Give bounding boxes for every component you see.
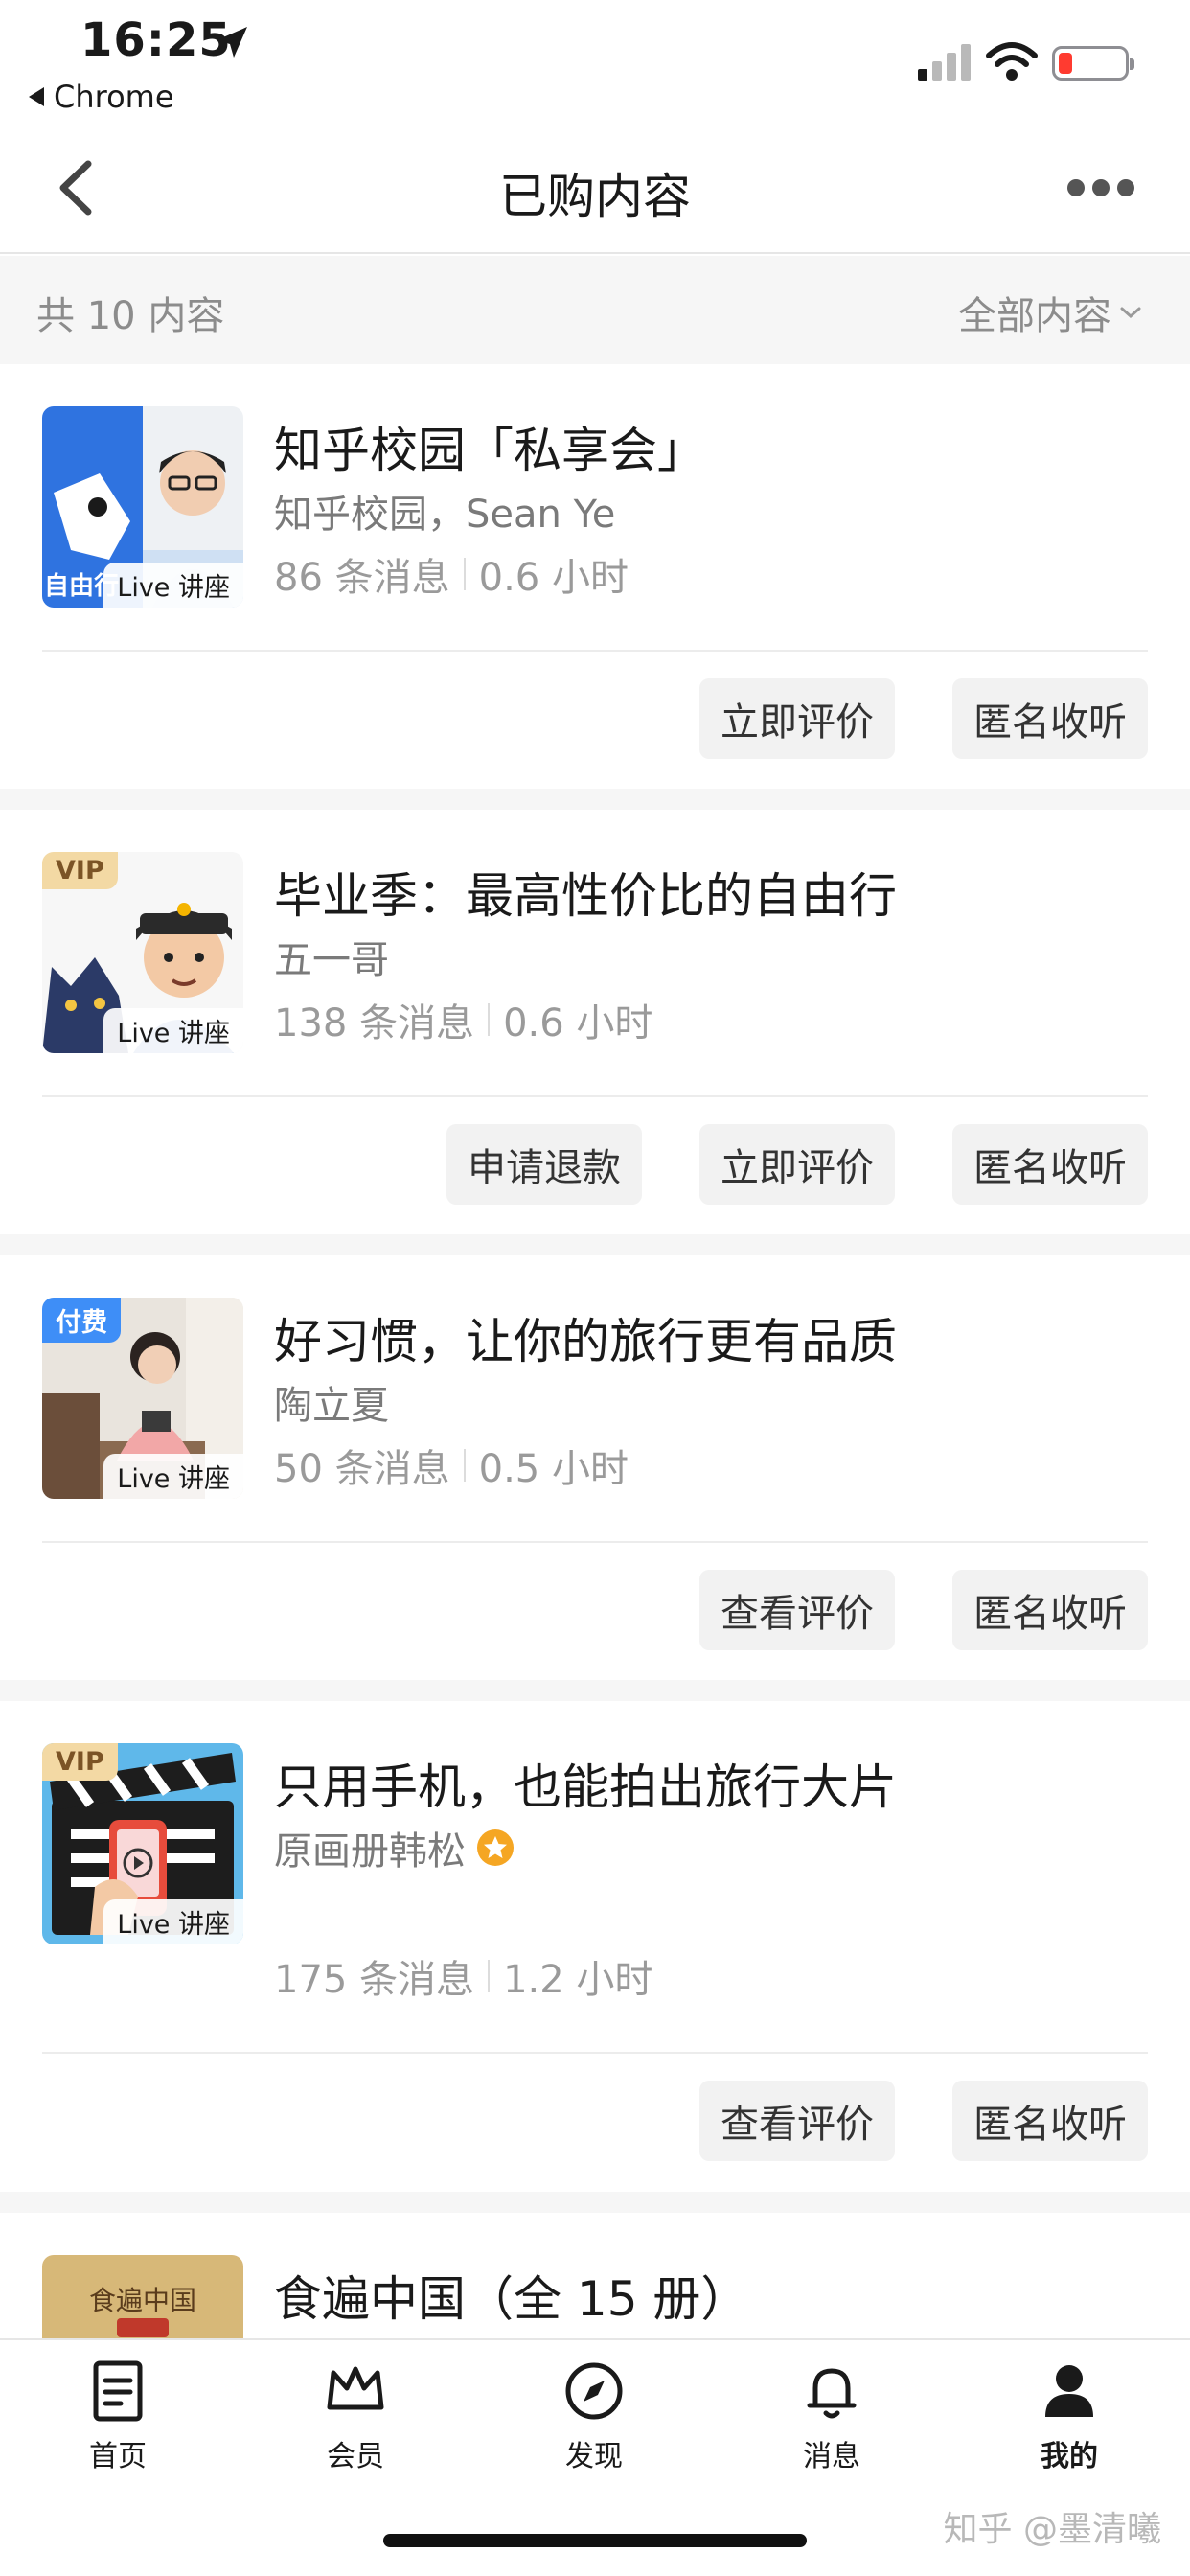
anonymous-listen-button[interactable]: 匿名收听 <box>952 1570 1148 1650</box>
content-card[interactable]: VIP Live 讲座 只用手机，也能拍出旅行大片 原画册韩松 175 条消息 1… <box>0 1701 1190 2192</box>
battery-icon <box>1052 46 1134 80</box>
card-separator <box>0 1234 1190 1255</box>
navigation-bar: 已购内容 <box>0 120 1190 254</box>
card-actions: 查看评价 匿名收听 <box>699 2081 1148 2161</box>
live-lecture-tag: Live 讲座 <box>103 1899 243 1944</box>
card-actions: 立即评价 匿名收听 <box>699 678 1148 759</box>
card-separator <box>0 2192 1190 2213</box>
tab-label: 会员 <box>327 2440 384 2473</box>
crown-icon <box>327 2366 384 2410</box>
view-rating-button[interactable]: 查看评价 <box>699 1570 895 1650</box>
card-meta: 86 条消息 0.6 小时 <box>274 546 629 602</box>
live-lecture-tag: Live 讲座 <box>103 1008 243 1053</box>
message-count: 86 条消息 <box>274 556 450 600</box>
card-thumbnail: 付费 Live 讲座 <box>42 1298 243 1499</box>
tab-home[interactable]: 首页 <box>41 2359 195 2474</box>
message-count: 138 条消息 <box>274 1001 475 1046</box>
card-title: 食遍中国（全 15 册） <box>274 2271 749 2327</box>
message-count: 50 条消息 <box>274 1447 450 1491</box>
tab-label: 我的 <box>1041 2440 1098 2473</box>
live-lecture-tag: Live 讲座 <box>103 563 243 608</box>
card-meta: 138 条消息 0.6 小时 <box>274 992 652 1047</box>
book-cover-tag <box>117 2318 169 2337</box>
card-title: 毕业季：最高性价比的自由行 <box>274 868 897 924</box>
content-filter-dropdown[interactable]: 全部内容 <box>958 285 1142 340</box>
tab-label: 发现 <box>565 2440 623 2473</box>
duration: 1.2 小时 <box>503 1958 653 2002</box>
tab-messages[interactable]: 消息 <box>755 2359 908 2474</box>
message-count: 175 条消息 <box>274 1958 475 2002</box>
compass-icon <box>565 2362 623 2420</box>
live-lecture-tag: Live 讲座 <box>103 1454 243 1499</box>
divider <box>42 2052 1148 2054</box>
rate-now-button[interactable]: 立即评价 <box>699 678 895 759</box>
tab-label: 消息 <box>803 2440 860 2473</box>
content-card[interactable]: 自由行 Live 讲座 知乎校园「私享会」 知乎校园，Sean Ye 86 条消… <box>0 364 1190 789</box>
document-icon <box>93 2360 143 2422</box>
anonymous-listen-button[interactable]: 匿名收听 <box>952 678 1148 759</box>
card-actions: 查看评价 匿名收听 <box>699 1570 1148 1650</box>
watermark: 知乎 @墨清曦 <box>943 2510 1161 2549</box>
card-title: 只用手机，也能拍出旅行大片 <box>274 1760 897 1815</box>
page-title: 已购内容 <box>499 169 691 224</box>
back-app-label: Chrome <box>54 79 174 115</box>
chevron-down-icon <box>1120 307 1141 319</box>
filter-dropdown-label: 全部内容 <box>958 294 1111 338</box>
verified-star-icon <box>477 1829 514 1866</box>
tab-discover[interactable]: 发现 <box>517 2359 671 2474</box>
card-thumbnail: VIP Live 讲座 <box>42 852 243 1053</box>
wifi-icon <box>986 42 1038 80</box>
card-thumbnail: VIP Live 讲座 <box>42 1743 243 1944</box>
card-title: 知乎校园「私享会」 <box>274 423 705 478</box>
person-icon <box>1045 2365 1093 2417</box>
divider <box>42 1541 1148 1543</box>
location-arrow-icon <box>217 27 247 58</box>
vip-badge: VIP <box>42 852 118 889</box>
content-card[interactable]: VIP Live 讲座 毕业季：最高性价比的自由行 五一哥 138 条消息 0.6… <box>0 810 1190 1234</box>
anonymous-listen-button[interactable]: 匿名收听 <box>952 2081 1148 2161</box>
request-refund-button[interactable]: 申请退款 <box>446 1124 642 1205</box>
vip-badge: VIP <box>42 1743 118 1781</box>
card-meta: 50 条消息 0.5 小时 <box>274 1438 629 1493</box>
view-rating-button[interactable]: 查看评价 <box>699 2081 895 2161</box>
bell-icon <box>807 2368 857 2419</box>
duration: 0.6 小时 <box>503 1001 653 1046</box>
filter-bar: 共 10 内容 全部内容 <box>0 256 1190 364</box>
rate-now-button[interactable]: 立即评价 <box>699 1124 895 1205</box>
book-cover-title: 食遍中国 <box>88 2285 196 2316</box>
card-author: 原画册韩松 <box>274 1820 515 1875</box>
divider <box>42 1095 1148 1097</box>
author-name: 陶立夏 <box>274 1384 389 1428</box>
tab-label: 首页 <box>89 2440 147 2473</box>
author-name: 知乎校园，Sean Ye <box>274 493 616 537</box>
card-separator <box>0 789 1190 810</box>
card-title: 好习惯，让你的旅行更有品质 <box>274 1314 897 1369</box>
card-actions: 申请退款 立即评价 匿名收听 <box>446 1124 1148 1205</box>
card-author: 五一哥 <box>274 929 389 984</box>
card-meta: 175 条消息 1.2 小时 <box>274 1948 652 2004</box>
anonymous-listen-button[interactable]: 匿名收听 <box>952 1124 1148 1205</box>
card-thumbnail: 自由行 Live 讲座 <box>42 406 243 608</box>
content-card[interactable]: 付费 Live 讲座 好习惯，让你的旅行更有品质 陶立夏 50 条消息 0.5 小… <box>0 1255 1190 1680</box>
divider <box>42 650 1148 652</box>
back-to-app-link[interactable]: Chrome <box>29 79 174 115</box>
card-separator <box>0 1680 1190 1701</box>
purchased-content-list: 自由行 Live 讲座 知乎校园「私享会」 知乎校园，Sean Ye 86 条消… <box>0 364 1190 2385</box>
duration: 0.5 小时 <box>478 1447 629 1491</box>
tab-membership[interactable]: 会员 <box>279 2359 432 2474</box>
author-name: 五一哥 <box>274 938 389 982</box>
home-indicator[interactable] <box>383 2534 807 2547</box>
back-triangle-icon <box>29 87 44 106</box>
cellular-signal-icon <box>918 44 971 80</box>
paid-badge: 付费 <box>42 1298 121 1343</box>
duration: 0.6 小时 <box>478 556 629 600</box>
author-name: 原画册韩松 <box>274 1829 466 1874</box>
status-time: 16:25 <box>80 13 232 67</box>
status-bar: 16:25 Chrome <box>0 0 1190 120</box>
card-author: 知乎校园，Sean Ye <box>274 483 615 539</box>
content-count: 共 10 内容 <box>36 294 225 338</box>
card-author: 陶立夏 <box>274 1374 389 1430</box>
more-options-icon[interactable] <box>1067 177 1134 198</box>
tab-me[interactable]: 我的 <box>993 2359 1146 2474</box>
